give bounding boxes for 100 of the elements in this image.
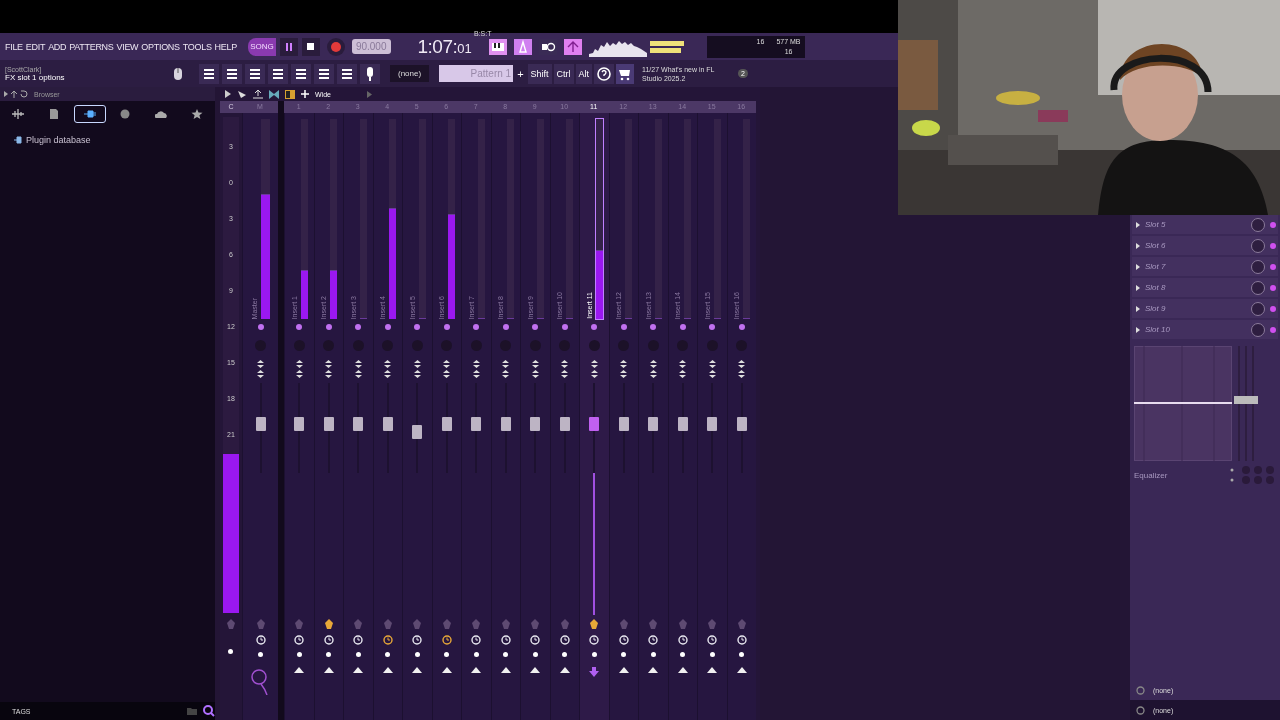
triangle-icon[interactable]: [530, 667, 541, 673]
microphone-icon[interactable]: [360, 63, 380, 84]
swap-arrows-icon[interactable]: [502, 360, 510, 378]
toolbar-icon[interactable]: [268, 63, 288, 84]
route-button[interactable]: [620, 324, 627, 330]
mixer-tool-icon[interactable]: [237, 89, 247, 99]
route-button[interactable]: [325, 324, 332, 330]
play-pause-button[interactable]: [279, 37, 298, 56]
route-button[interactable]: [679, 324, 686, 330]
slot-toggle[interactable]: [1270, 284, 1276, 291]
menu-item[interactable]: PATTERNS: [69, 41, 114, 52]
toolbar-icon[interactable]: [291, 63, 311, 84]
toolbar-icon[interactable]: [199, 63, 219, 84]
mixer-tool-icon[interactable]: [285, 89, 295, 99]
fx-slot[interactable]: Slot 10: [1132, 320, 1278, 339]
volume-fader[interactable]: [648, 417, 659, 432]
slot-toggle[interactable]: [1270, 326, 1276, 333]
route-button[interactable]: [532, 324, 539, 330]
song-mode-button[interactable]: SONG: [247, 37, 276, 56]
toolbar-icon[interactable]: [222, 63, 242, 84]
volume-fader[interactable]: [441, 417, 452, 432]
mixer-tool-icon[interactable]: [269, 89, 279, 99]
pattern-dropdown[interactable]: (none): [390, 65, 430, 82]
mix-knob[interactable]: [1251, 280, 1265, 295]
browser-nav-icon[interactable]: [4, 90, 28, 98]
modifier-key-button[interactable]: Shift: [527, 63, 552, 84]
swap-arrows-icon[interactable]: [679, 360, 687, 378]
help-icon[interactable]: [594, 63, 615, 84]
route-button[interactable]: [650, 324, 657, 330]
toolbar-icon[interactable]: [337, 63, 357, 84]
toolbar-icon[interactable]: [314, 63, 334, 84]
cart-icon[interactable]: [616, 63, 635, 84]
tempo-field[interactable]: 90.000: [351, 39, 391, 54]
swap-arrows-icon[interactable]: [472, 360, 480, 378]
route-button[interactable]: [257, 324, 264, 330]
volume-fader[interactable]: [471, 417, 482, 432]
triangle-icon[interactable]: [412, 667, 423, 673]
swap-arrows-icon[interactable]: [354, 360, 362, 378]
route-button[interactable]: [473, 324, 480, 330]
route-button[interactable]: [738, 324, 745, 330]
swap-arrows-icon[interactable]: [295, 360, 303, 378]
slot-toggle[interactable]: [1270, 221, 1276, 228]
volume-fader[interactable]: [255, 417, 266, 432]
triangle-icon[interactable]: [677, 667, 688, 673]
route-button[interactable]: [355, 324, 362, 330]
volume-fader[interactable]: [294, 417, 305, 432]
triangle-icon[interactable]: [441, 667, 452, 673]
slot-toggle[interactable]: [1270, 305, 1276, 312]
triangle-icon[interactable]: [500, 667, 511, 673]
triangle-icon[interactable]: [648, 667, 659, 673]
swap-arrows-icon[interactable]: [708, 360, 716, 378]
slot-toggle[interactable]: [1270, 242, 1276, 249]
mix-knob[interactable]: [1251, 259, 1265, 274]
metronome-icon[interactable]: [513, 38, 532, 55]
route-button[interactable]: [591, 324, 598, 330]
volume-fader[interactable]: [707, 417, 718, 432]
modifier-key-button[interactable]: Ctrl: [553, 63, 574, 84]
fx-slot[interactable]: Slot 8: [1132, 278, 1278, 297]
modifier-key-button[interactable]: Alt: [575, 63, 593, 84]
mixer-menu-arrow-icon[interactable]: [225, 90, 231, 98]
triangle-icon[interactable]: [353, 667, 364, 673]
swap-arrows-icon[interactable]: [325, 360, 333, 378]
mix-knob[interactable]: [1251, 301, 1265, 316]
mix-knob[interactable]: [1251, 238, 1265, 253]
fx-slot[interactable]: Slot 6: [1132, 236, 1278, 255]
route-button[interactable]: [561, 324, 568, 330]
swap-arrows-icon[interactable]: [443, 360, 451, 378]
route-button[interactable]: [296, 324, 303, 330]
volume-fader[interactable]: [500, 417, 511, 432]
route-button[interactable]: [384, 324, 391, 330]
volume-fader[interactable]: [589, 417, 600, 432]
swap-arrows-icon[interactable]: [561, 360, 569, 378]
search-icon[interactable]: [203, 705, 215, 717]
volume-fader[interactable]: [559, 417, 570, 432]
route-button[interactable]: [414, 324, 421, 330]
menu-item[interactable]: OPTIONS: [141, 41, 180, 52]
triangle-icon[interactable]: [471, 667, 482, 673]
swap-arrows-icon[interactable]: [257, 360, 264, 378]
swap-arrows-icon[interactable]: [738, 360, 746, 378]
clock-icon[interactable]: [441, 635, 452, 645]
swap-arrows-icon[interactable]: [531, 360, 539, 378]
menu-item[interactable]: EDIT: [25, 41, 46, 52]
volume-fader[interactable]: [736, 417, 747, 432]
menu-item[interactable]: ADD: [48, 41, 67, 52]
swap-arrows-icon[interactable]: [649, 360, 657, 378]
slot-toggle[interactable]: [1270, 263, 1276, 270]
mix-knob[interactable]: [1251, 217, 1265, 232]
arm-icon[interactable]: [590, 619, 599, 629]
route-button[interactable]: [502, 324, 509, 330]
swap-arrows-icon[interactable]: [620, 360, 628, 378]
volume-fader[interactable]: [412, 424, 423, 439]
fx-slot[interactable]: Slot 5: [1132, 215, 1278, 234]
route-button[interactable]: [443, 324, 450, 330]
mix-knob[interactable]: [1251, 322, 1265, 337]
triangle-icon[interactable]: [382, 667, 393, 673]
arm-icon[interactable]: [324, 619, 333, 629]
swap-arrows-icon[interactable]: [413, 360, 421, 378]
piano-keys-icon[interactable]: [488, 38, 507, 55]
clock-icon[interactable]: [382, 635, 393, 645]
browser-tab[interactable]: [73, 105, 106, 123]
